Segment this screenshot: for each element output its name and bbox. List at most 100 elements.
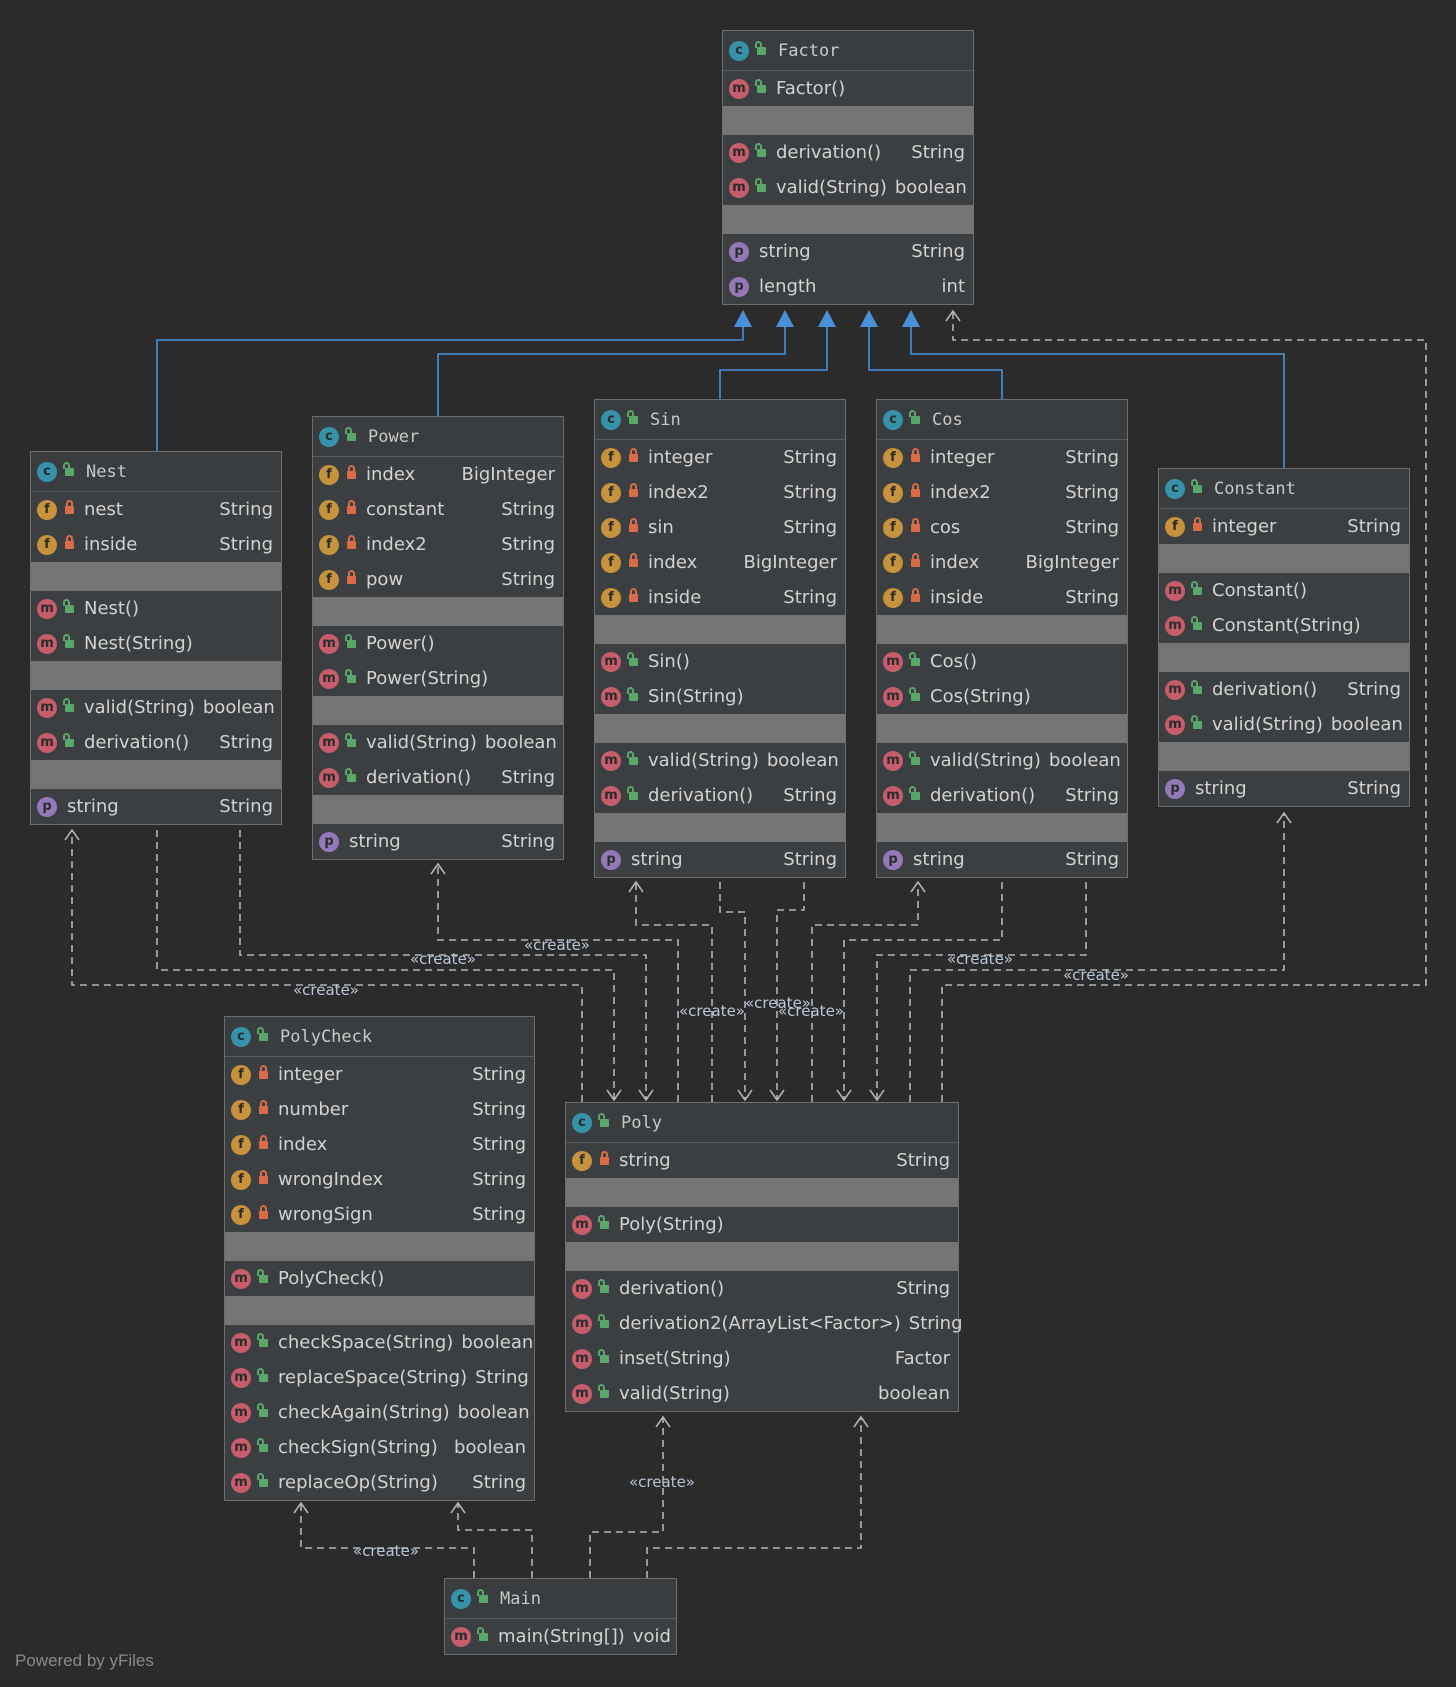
section-separator [1159, 742, 1409, 771]
field-row[interactable]: f index String [225, 1127, 534, 1162]
method-row[interactable]: m PolyCheck() [225, 1261, 534, 1296]
member-name: PolyCheck() [278, 1268, 385, 1289]
method-row[interactable]: m valid(String) boolean [313, 725, 563, 760]
property-row[interactable]: p string String [1159, 771, 1409, 806]
method-row[interactable]: m Constant(String) [1159, 608, 1409, 643]
property-icon: p [1165, 778, 1185, 799]
field-row[interactable]: f index BigInteger [595, 545, 845, 580]
field-row[interactable]: f string String [566, 1143, 958, 1178]
public-visibility-icon [909, 785, 920, 800]
method-row[interactable]: m derivation() String [313, 760, 563, 795]
field-row[interactable]: f integer String [225, 1057, 534, 1092]
field-row[interactable]: f inside String [31, 527, 281, 562]
method-row[interactable]: m checkAgain(String) boolean [225, 1395, 534, 1430]
field-row[interactable]: f inside String [595, 580, 845, 615]
member-name: Power() [366, 633, 435, 654]
class-sin[interactable]: c Sin f integer String f index2 String f sin Strin… [594, 399, 846, 878]
property-row[interactable]: p string String [31, 789, 281, 824]
method-row[interactable]: m Poly(String) [566, 1207, 958, 1242]
method-row[interactable]: m Power() [313, 626, 563, 661]
method-row[interactable]: m derivation() String [1159, 672, 1409, 707]
method-row[interactable]: m derivation() String [595, 778, 845, 813]
property-row[interactable]: p string String [313, 824, 563, 859]
field-row[interactable]: f integer String [877, 440, 1127, 475]
private-visibility-icon [347, 534, 356, 549]
field-row[interactable]: f inside String [877, 580, 1127, 615]
member-type: boolean [894, 177, 967, 198]
class-name: Poly [621, 1112, 662, 1133]
method-row[interactable]: m Sin() [595, 644, 845, 679]
field-row[interactable]: f index BigInteger [877, 545, 1127, 580]
class-constant[interactable]: c Constant f integer String m Constant() m Const… [1158, 468, 1410, 807]
class-poly[interactable]: c Poly f string String m Poly(String) m derivati… [565, 1102, 963, 1412]
method-icon: m [572, 1214, 592, 1235]
member-name: inset(String) [619, 1348, 731, 1369]
property-row[interactable]: p string String [723, 234, 973, 269]
public-visibility-icon [1191, 679, 1202, 694]
field-row[interactable]: f pow String [313, 562, 563, 597]
class-polycheck[interactable]: c PolyCheck f integer String f number String f in… [224, 1016, 535, 1501]
method-row[interactable]: m valid(String) boolean [723, 170, 973, 205]
class-main[interactable]: c Main m main(String[]) void [444, 1578, 677, 1655]
method-row[interactable]: m Cos() [877, 644, 1127, 679]
property-row[interactable]: p length int [723, 269, 973, 304]
field-row[interactable]: f number String [225, 1092, 534, 1127]
member-type: String [783, 447, 837, 468]
public-visibility-icon [257, 1402, 268, 1417]
method-row[interactable]: m Sin(String) [595, 679, 845, 714]
method-row[interactable]: m derivation() String [566, 1271, 958, 1306]
property-row[interactable]: p string String [877, 842, 1127, 877]
method-row[interactable]: m main(String[]) void [445, 1619, 676, 1654]
field-icon: f [319, 534, 339, 555]
method-row[interactable]: m Factor() [723, 71, 973, 106]
class-nest[interactable]: c Nest f nest String f inside String m Nest() m Nes… [30, 451, 282, 825]
field-row[interactable]: f cos String [877, 510, 1127, 545]
class-cos[interactable]: c Cos f integer String f index2 String f cos Strin… [876, 399, 1128, 878]
dependency-edge-sin-poly [719, 882, 746, 1100]
field-row[interactable]: f index2 String [313, 527, 563, 562]
method-row[interactable]: m checkSign(String) boolean [225, 1430, 534, 1465]
method-icon: m [319, 633, 339, 654]
field-row[interactable]: f index2 String [595, 475, 845, 510]
field-row[interactable]: f nest String [31, 492, 281, 527]
method-row[interactable]: m Nest(String) [31, 626, 281, 661]
method-row[interactable]: m checkSpace(String) boolean [225, 1325, 534, 1360]
class-factor[interactable]: c Factor m Factor() m derivation() String m vali… [722, 30, 974, 305]
class-power[interactable]: c Power f index BigInteger f constant String f in… [312, 416, 564, 860]
method-row[interactable]: m valid(String) boolean [595, 743, 845, 778]
method-row[interactable]: m derivation() String [31, 725, 281, 760]
method-row[interactable]: m derivation() String [723, 135, 973, 170]
create-label: «create» [947, 950, 1013, 968]
method-row[interactable]: m replaceOp(String) String [225, 1465, 534, 1500]
method-row[interactable]: m valid(String) boolean [877, 743, 1127, 778]
method-row[interactable]: m derivation() String [877, 778, 1127, 813]
member-type: String [896, 1150, 950, 1171]
method-row[interactable]: m Nest() [31, 591, 281, 626]
member-name: checkSpace(String) [278, 1332, 454, 1353]
create-label: «create» [353, 1542, 419, 1560]
member-type: boolean [454, 1437, 526, 1458]
field-row[interactable]: f sin String [595, 510, 845, 545]
field-row[interactable]: f index BigInteger [313, 457, 563, 492]
class-header: c Nest [31, 452, 281, 492]
method-row[interactable]: m Cos(String) [877, 679, 1127, 714]
field-row[interactable]: f wrongSign String [225, 1197, 534, 1232]
field-row[interactable]: f constant String [313, 492, 563, 527]
private-visibility-icon [347, 569, 356, 584]
section-separator [31, 661, 281, 690]
method-row[interactable]: m valid(String) boolean [1159, 707, 1409, 742]
method-row[interactable]: m replaceSpace(String) String [225, 1360, 534, 1395]
method-row[interactable]: m derivation2(ArrayList<Factor>) String [566, 1306, 963, 1341]
field-row[interactable]: f index2 String [877, 475, 1127, 510]
method-row[interactable]: m valid(String) boolean [31, 690, 281, 725]
member-type: String [1065, 517, 1119, 538]
method-row[interactable]: m inset(String) Factor [566, 1341, 958, 1376]
field-row[interactable]: f integer String [595, 440, 845, 475]
method-row[interactable]: m Power(String) [313, 661, 563, 696]
method-row[interactable]: m Constant() [1159, 573, 1409, 608]
member-name: index2 [648, 482, 709, 503]
field-row[interactable]: f wrongIndex String [225, 1162, 534, 1197]
method-row[interactable]: m valid(String) boolean [566, 1376, 958, 1411]
property-row[interactable]: p string String [595, 842, 845, 877]
field-row[interactable]: f integer String [1159, 509, 1409, 544]
